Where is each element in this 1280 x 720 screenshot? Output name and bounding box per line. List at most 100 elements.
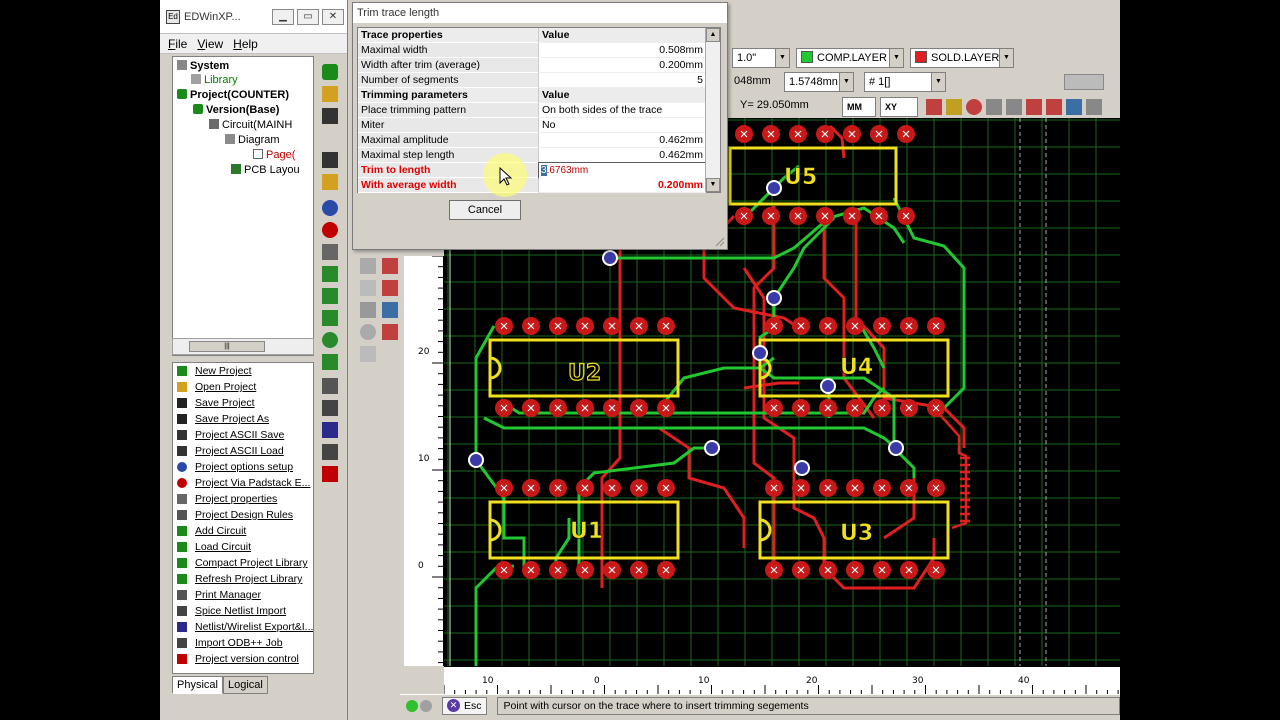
scroll-up-icon[interactable]: ▲	[706, 28, 720, 42]
cmd-load-circuit[interactable]: Load Circuit	[173, 539, 313, 555]
tree-version[interactable]: Version(Base)	[193, 103, 279, 118]
trim-tool-icon[interactable]	[382, 258, 398, 274]
copper-tool-icon[interactable]	[382, 324, 398, 340]
row-max-step[interactable]: Maximal step length 0.462mm	[358, 148, 706, 163]
properties-tool-icon[interactable]	[322, 244, 338, 260]
resize-grip-icon[interactable]	[713, 235, 725, 247]
bus-tool-icon[interactable]	[360, 280, 376, 296]
rules-tool-icon[interactable]	[322, 266, 338, 282]
via-tool-icon[interactable]	[322, 222, 338, 238]
units-select[interactable]: MM	[842, 97, 876, 117]
cmd-spice-import[interactable]: Spice Netlist Import	[173, 603, 313, 619]
options-icon	[177, 462, 187, 472]
cmd-new-project[interactable]: New Project	[173, 363, 313, 379]
new-project-tool-icon[interactable]	[322, 64, 338, 80]
grid-toggle-icon[interactable]	[1064, 74, 1104, 90]
cmd-save-project[interactable]: Save Project	[173, 395, 313, 411]
ascii-tool-icon[interactable]	[322, 152, 338, 168]
cmd-save-project-as[interactable]: Save Project As	[173, 411, 313, 427]
cmd-add-circuit[interactable]: Add Circuit	[173, 523, 313, 539]
tree-pcb-layout[interactable]: PCB Layou	[231, 163, 300, 178]
row-number-segments[interactable]: Number of segments 5	[358, 73, 706, 88]
via-place-icon[interactable]	[360, 324, 376, 340]
compact-tool-icon[interactable]	[322, 332, 338, 348]
flip-icon[interactable]	[1026, 99, 1042, 115]
cmd-ascii-load[interactable]: Project ASCII Load	[173, 443, 313, 459]
load-circuit-tool-icon[interactable]	[322, 310, 338, 326]
grid-scrollbar[interactable]: ▲ ▼	[705, 28, 720, 192]
length-tool-icon[interactable]	[382, 302, 398, 318]
tree-project[interactable]: Project(COUNTER)	[177, 88, 289, 103]
print-tool-icon[interactable]	[322, 378, 338, 394]
cross-icon[interactable]	[1006, 99, 1022, 115]
tab-physical[interactable]: Physical	[172, 676, 223, 694]
maximize-button[interactable]: ▭	[297, 8, 319, 25]
layers-icon[interactable]	[926, 99, 942, 115]
row-maximal-width[interactable]: Maximal width 0.508mm	[358, 43, 706, 58]
comp-layer-select[interactable]: COMP.LAYER ▼	[796, 48, 904, 68]
page-icon	[253, 149, 263, 159]
cmd-import-odb[interactable]: Import ODB++ Job	[173, 635, 313, 651]
cmd-via-padstack[interactable]: Project Via Padstack E...	[173, 475, 313, 491]
row-max-amplitude[interactable]: Maximal amplitude 0.462mm	[358, 133, 706, 148]
angle-select[interactable]: 1.0" ▼	[732, 48, 790, 68]
cmd-design-rules[interactable]: Project Design Rules	[173, 507, 313, 523]
route-tool-icon[interactable]	[360, 258, 376, 274]
pad-tool-icon[interactable]	[360, 302, 376, 318]
trim-length-input[interactable]: 3.6763mm	[538, 162, 708, 179]
row-width-after-trim[interactable]: Width after trim (average) 0.200mm	[358, 58, 706, 73]
row-trimming-pattern[interactable]: Place trimming pattern On both sides of …	[358, 103, 706, 118]
close-button[interactable]: ✕	[322, 8, 344, 25]
target-icon[interactable]	[966, 99, 982, 115]
pad	[900, 399, 918, 417]
cmd-compact-library[interactable]: Compact Project Library	[173, 555, 313, 571]
load-tool-icon[interactable]	[322, 174, 338, 190]
netlist-tool-icon[interactable]	[322, 422, 338, 438]
tree-library[interactable]: Library	[191, 73, 238, 88]
tree-page[interactable]: Page(	[253, 148, 295, 163]
sold-layer-select[interactable]: SOLD.LAYER ▼	[910, 48, 1014, 68]
scroll-thumb[interactable]: |||	[189, 341, 265, 352]
scroll-down-icon[interactable]: ▼	[706, 178, 720, 192]
menu-file[interactable]: File	[168, 37, 187, 51]
circuit-tool-icon[interactable]	[322, 288, 338, 304]
net-select[interactable]: # 1[] ▼	[864, 72, 946, 92]
minimize-button[interactable]: ▁	[272, 8, 294, 25]
cmd-properties[interactable]: Project properties	[173, 491, 313, 507]
mirror-icon[interactable]	[1046, 99, 1062, 115]
meander-tool-icon[interactable]	[382, 280, 398, 296]
row-average-width[interactable]: With average width 0.200mm	[358, 178, 706, 193]
menu-help[interactable]: Help	[233, 37, 258, 51]
tree-diagram[interactable]: Diagram	[225, 133, 280, 148]
colors-icon[interactable]	[946, 99, 962, 115]
text-tool-icon[interactable]	[360, 346, 376, 362]
refresh-tool-icon[interactable]	[322, 354, 338, 370]
grid-icon[interactable]	[986, 99, 1002, 115]
cancel-button[interactable]: Cancel	[449, 200, 521, 220]
cmd-open-project[interactable]: Open Project	[173, 379, 313, 395]
escape-button[interactable]: ✕ Esc	[442, 696, 487, 715]
open-tool-icon[interactable]	[322, 86, 338, 102]
menu-view[interactable]: View	[197, 37, 223, 51]
axes-select[interactable]: XY	[880, 97, 918, 117]
cmd-ascii-save[interactable]: Project ASCII Save	[173, 427, 313, 443]
tree-horizontal-scrollbar[interactable]: |||	[172, 338, 314, 355]
cmd-version-control[interactable]: Project version control	[173, 651, 313, 667]
measure-icon[interactable]	[1066, 99, 1082, 115]
arc-field[interactable]: 1.5748mn ▼	[784, 72, 854, 92]
options-tool-icon[interactable]	[322, 200, 338, 216]
select-icon[interactable]	[1086, 99, 1102, 115]
pad	[495, 561, 513, 579]
row-miter[interactable]: Miter No	[358, 118, 706, 133]
cmd-refresh-library[interactable]: Refresh Project Library	[173, 571, 313, 587]
cmd-netlist-export[interactable]: Netlist/Wirelist Export&I...	[173, 619, 313, 635]
vc-tool-icon[interactable]	[322, 466, 338, 482]
save-tool-icon[interactable]	[322, 108, 338, 124]
tab-logical[interactable]: Logical	[222, 676, 268, 694]
spice-tool-icon[interactable]	[322, 400, 338, 416]
cmd-options-setup[interactable]: Project options setup	[173, 459, 313, 475]
tree-circuit[interactable]: Circuit(MAINH	[209, 118, 292, 133]
import-tool-icon[interactable]	[322, 444, 338, 460]
cmd-print-manager[interactable]: Print Manager	[173, 587, 313, 603]
tree-system[interactable]: System	[177, 59, 229, 74]
